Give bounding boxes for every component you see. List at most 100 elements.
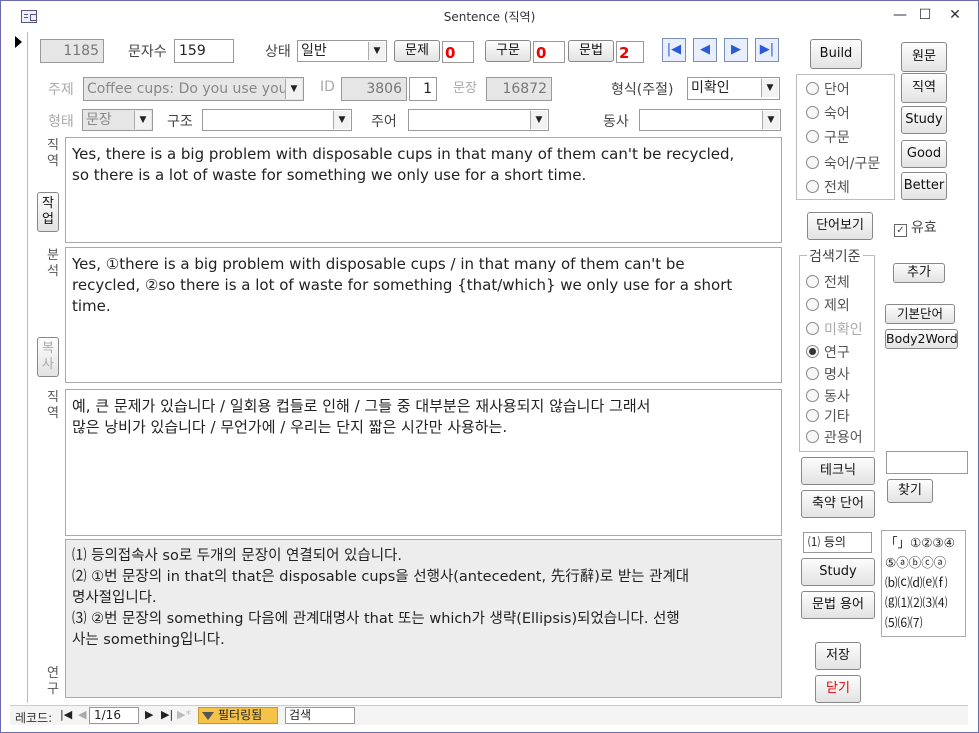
word-option-phrase[interactable]: 구문 <box>806 129 850 147</box>
phrase-button[interactable]: 구문 <box>485 40 531 62</box>
prev-record-icon[interactable]: ◀ <box>693 38 717 62</box>
search-option-unconfirmed[interactable]: 미확인 <box>806 321 863 339</box>
search-option-noun[interactable]: 명사 <box>806 366 850 384</box>
form-combo[interactable]: 문장 ▼ <box>82 109 153 131</box>
search-option-research[interactable]: 연구 <box>806 344 850 362</box>
checkbox-checked-icon: ✓ <box>894 224 907 237</box>
word-view-button[interactable]: 단어보기 <box>807 212 873 240</box>
better-button[interactable]: Better <box>901 172 947 200</box>
next-record-icon[interactable]: ▶ <box>724 38 748 62</box>
grammar-term-button[interactable]: 문법 용어 <box>801 591 875 619</box>
format-combo[interactable]: 미확인 ▼ <box>687 77 780 100</box>
word-option-idiom[interactable]: 숙어 <box>806 105 850 123</box>
topic-value: Coffee cups: Do you use you <box>87 81 288 97</box>
chevron-down-icon: ▼ <box>530 111 547 129</box>
radio-icon <box>806 298 819 311</box>
search-option-idiom[interactable]: 관용어 <box>806 429 863 447</box>
chevron-down-icon: ▼ <box>285 79 302 99</box>
literal-translation-button[interactable]: 직역 <box>901 73 947 103</box>
form-value: 문장 <box>86 112 112 128</box>
search-option-verb[interactable]: 동사 <box>806 388 850 406</box>
record-position-field[interactable]: 1/16 <box>89 707 139 724</box>
research-notes-textarea[interactable]: ⑴ 등의접속사 so로 두개의 문장이 연결되어 있습니다. ⑵ ①번 문장의 … <box>65 539 782 698</box>
current-record-arrow-icon <box>15 36 22 48</box>
next-record-nav-icon[interactable]: ▶ <box>145 708 153 721</box>
new-record-nav-icon[interactable]: ▶* <box>177 708 191 721</box>
minimize-button[interactable]: — <box>888 5 912 25</box>
id-sub-field[interactable]: 1 <box>409 77 437 101</box>
status-label: 상태 <box>265 44 291 60</box>
copy-button[interactable]: 복사 <box>37 337 59 377</box>
analysis-section-label: 분석 <box>47 248 59 279</box>
english-sentence-textarea[interactable]: Yes, there is a big problem with disposa… <box>65 137 782 243</box>
last-record-nav-icon[interactable]: ▶| <box>161 708 173 721</box>
save-button[interactable]: 저장 <box>815 642 861 670</box>
find-button[interactable]: 찾기 <box>887 479 933 503</box>
study-button[interactable]: Study <box>901 106 947 134</box>
search-option-etc[interactable]: 기타 <box>806 408 850 426</box>
verb-label: 동사 <box>603 114 629 130</box>
chevron-down-icon: ▼ <box>134 111 151 129</box>
problem-button[interactable]: 문제 <box>394 40 440 62</box>
radio-icon <box>806 180 819 193</box>
radio-icon <box>806 82 819 95</box>
korean-translation-textarea[interactable]: 예, 큰 문제가 있습니다 / 일회용 컵들로 인해 / 그들 중 대부분은 재… <box>65 389 782 536</box>
maximize-button[interactable]: ☐ <box>913 5 937 25</box>
last-record-icon[interactable]: ▶| <box>755 38 779 62</box>
status-value: 일반 <box>301 43 327 59</box>
close-button[interactable]: 닫기 <box>815 675 861 703</box>
work-button[interactable]: 작업 <box>37 192 59 232</box>
record-search-input[interactable]: 검색 <box>285 707 355 724</box>
first-record-icon[interactable]: |◀ <box>662 38 686 62</box>
record-selector[interactable] <box>10 32 28 703</box>
record-navigation-bar: 레코드: |◀ ◀ 1/16 ▶ ▶| ▶* 필터링됨 검색 <box>10 705 968 725</box>
etc-field[interactable]: ⑴ 등의 <box>803 532 872 553</box>
window-title: Sentence (직역) <box>443 10 536 24</box>
status-combo[interactable]: 일반 ▼ <box>297 40 387 62</box>
korean-section-label: 직역 <box>47 390 59 421</box>
find-input[interactable] <box>886 451 968 474</box>
chevron-down-icon: ▼ <box>368 42 385 60</box>
valid-checkbox[interactable]: ✓ 유효 <box>894 217 937 237</box>
basic-word-button[interactable]: 기본단어 <box>885 304 955 324</box>
symbol-palette[interactable]: 「」①②③④ ⑤ⓐⓑⓒⓐ ⒝⒞⒟⒠⒡ ⒢⑴⑵⑶⑷ ⑸⑹⑺ <box>881 530 966 637</box>
abbreviation-word-button[interactable]: 축약 단어 <box>801 490 875 518</box>
structure-label: 구조 <box>167 114 193 130</box>
sentence-field: 16872 <box>486 77 552 101</box>
chevron-down-icon: ▼ <box>333 111 350 129</box>
technique-button[interactable]: 테크닉 <box>801 457 875 485</box>
body2word-button[interactable]: Body2Word <box>885 329 958 349</box>
form-label: 형태 <box>48 114 74 130</box>
search-option-all[interactable]: 전체 <box>806 274 850 292</box>
analysis-textarea[interactable]: Yes, ①there is a big problem with dispos… <box>65 247 782 383</box>
grammar-button[interactable]: 문법 <box>568 40 614 62</box>
good-button[interactable]: Good <box>901 140 947 168</box>
format-label: 형식(주절) <box>611 82 674 98</box>
filter-toggle[interactable]: 필터링됨 <box>198 707 278 724</box>
verb-combo[interactable]: ▼ <box>639 109 781 131</box>
close-window-button[interactable]: ✕ <box>943 5 967 25</box>
build-button[interactable]: Build <box>810 39 862 69</box>
search-option-exclude[interactable]: 제외 <box>806 297 850 315</box>
literal-section-label: 직역 <box>47 138 59 169</box>
add-button[interactable]: 추가 <box>893 263 945 283</box>
topic-combo[interactable]: Coffee cups: Do you use you ▼ <box>83 77 304 101</box>
word-option-word[interactable]: 단어 <box>806 81 850 99</box>
char-count-field[interactable]: 159 <box>174 39 234 63</box>
radio-icon <box>806 367 819 380</box>
research-section-label: 연구 <box>47 666 59 697</box>
word-option-idiom-phrase[interactable]: 숙어/구문 <box>806 155 880 173</box>
word-option-all[interactable]: 전체 <box>806 179 850 197</box>
radio-icon <box>806 409 819 422</box>
radio-icon <box>806 275 819 288</box>
search-criteria-title: 검색기준 <box>807 246 863 266</box>
radio-icon <box>806 130 819 143</box>
original-button[interactable]: 원문 <box>901 42 947 72</box>
study-button-2[interactable]: Study <box>801 558 875 586</box>
radio-icon <box>806 156 819 169</box>
id-field: 3806 <box>341 77 407 101</box>
structure-combo[interactable]: ▼ <box>202 109 352 131</box>
subject-combo[interactable]: ▼ <box>408 109 549 131</box>
prev-record-nav-icon[interactable]: ◀ <box>78 708 86 721</box>
first-record-nav-icon[interactable]: |◀ <box>60 708 72 721</box>
